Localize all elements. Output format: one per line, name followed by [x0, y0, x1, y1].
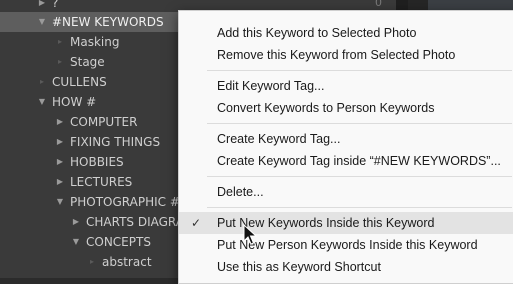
menu-item-create-tag-inside[interactable]: Create Keyword Tag inside “#NEW KEYWORDS…: [179, 150, 513, 172]
disclosure-expanded-icon[interactable]: ▼: [36, 12, 48, 32]
disclosure-collapsed-icon[interactable]: ▶: [54, 172, 66, 192]
menu-separator: [207, 176, 512, 177]
keyword-shortcut-dot: •: [150, 17, 155, 26]
leaf-marker-icon: ▸: [57, 37, 62, 46]
menu-item-label: Edit Keyword Tag...: [217, 79, 325, 93]
keyword-label: CULLENS: [52, 75, 107, 89]
keyword-label: #NEW KEYWORDS: [52, 15, 164, 29]
keyword-label: HOBBIES: [70, 155, 124, 169]
menu-separator: [207, 123, 512, 124]
keyword-label: LECTURES: [70, 175, 133, 189]
keyword-label: CONCEPTS: [86, 235, 151, 249]
keyword-label: Stage: [70, 55, 105, 69]
menu-item-label: Delete...: [217, 185, 264, 199]
menu-item-convert-person-keywords[interactable]: Convert Keywords to Person Keywords: [179, 97, 513, 119]
menu-separator: [207, 207, 512, 208]
menu-item-put-new-person-keywords[interactable]: Put New Person Keywords Inside this Keyw…: [179, 234, 513, 256]
menu-item-use-as-shortcut[interactable]: Use this as Keyword Shortcut: [179, 256, 513, 278]
menu-item-add-keyword[interactable]: Add this Keyword to Selected Photo: [179, 22, 513, 44]
menu-item-label: Convert Keywords to Person Keywords: [217, 101, 435, 115]
keyword-label: COMPUTER: [70, 115, 138, 129]
leaf-marker-icon: ▸: [57, 57, 62, 66]
disclosure-expanded-icon[interactable]: ▼: [70, 232, 82, 252]
keyword-label: Masking: [70, 35, 120, 49]
disclosure-collapsed-icon[interactable]: ▶: [70, 212, 82, 232]
disclosure-expanded-icon[interactable]: ▼: [36, 92, 48, 112]
mouse-pointer-icon: [243, 224, 257, 245]
menu-item-label: Create Keyword Tag inside “#NEW KEYWORDS…: [217, 154, 501, 168]
menu-item-edit-keyword-tag[interactable]: Edit Keyword Tag...: [179, 75, 513, 97]
keyword-label: PHOTOGRAPHIC #: [70, 195, 180, 209]
menu-item-remove-keyword[interactable]: Remove this Keyword from Selected Photo: [179, 44, 513, 66]
menu-item-label: Remove this Keyword from Selected Photo: [217, 48, 456, 62]
menu-item-create-keyword-tag[interactable]: Create Keyword Tag...: [179, 128, 513, 150]
menu-item-label: Use this as Keyword Shortcut: [217, 260, 381, 274]
keyword-label: abstract: [102, 255, 152, 269]
checkmark-icon: ✓: [191, 216, 202, 230]
disclosure-collapsed-icon[interactable]: ▶: [54, 132, 66, 152]
menu-separator: [207, 70, 512, 71]
leaf-marker-icon: ▸: [89, 257, 94, 266]
disclosure-collapsed-icon[interactable]: ▶: [54, 112, 66, 132]
leaf-marker-icon: ▸: [39, 77, 44, 86]
menu-item-label: Create Keyword Tag...: [217, 132, 341, 146]
disclosure-collapsed-icon[interactable]: ▶: [54, 152, 66, 172]
menu-item-delete[interactable]: Delete...: [179, 181, 513, 203]
context-menu: Add this Keyword to Selected Photo Remov…: [178, 10, 513, 284]
keyword-label: FIXING THINGS: [70, 135, 161, 149]
menu-item-put-new-keywords-inside[interactable]: ✓ Put New Keywords Inside this Keyword: [179, 212, 513, 234]
disclosure-expanded-icon[interactable]: ▼: [54, 192, 66, 212]
keyword-label: HOW #: [52, 95, 97, 109]
menu-item-label: Add this Keyword to Selected Photo: [217, 26, 417, 40]
